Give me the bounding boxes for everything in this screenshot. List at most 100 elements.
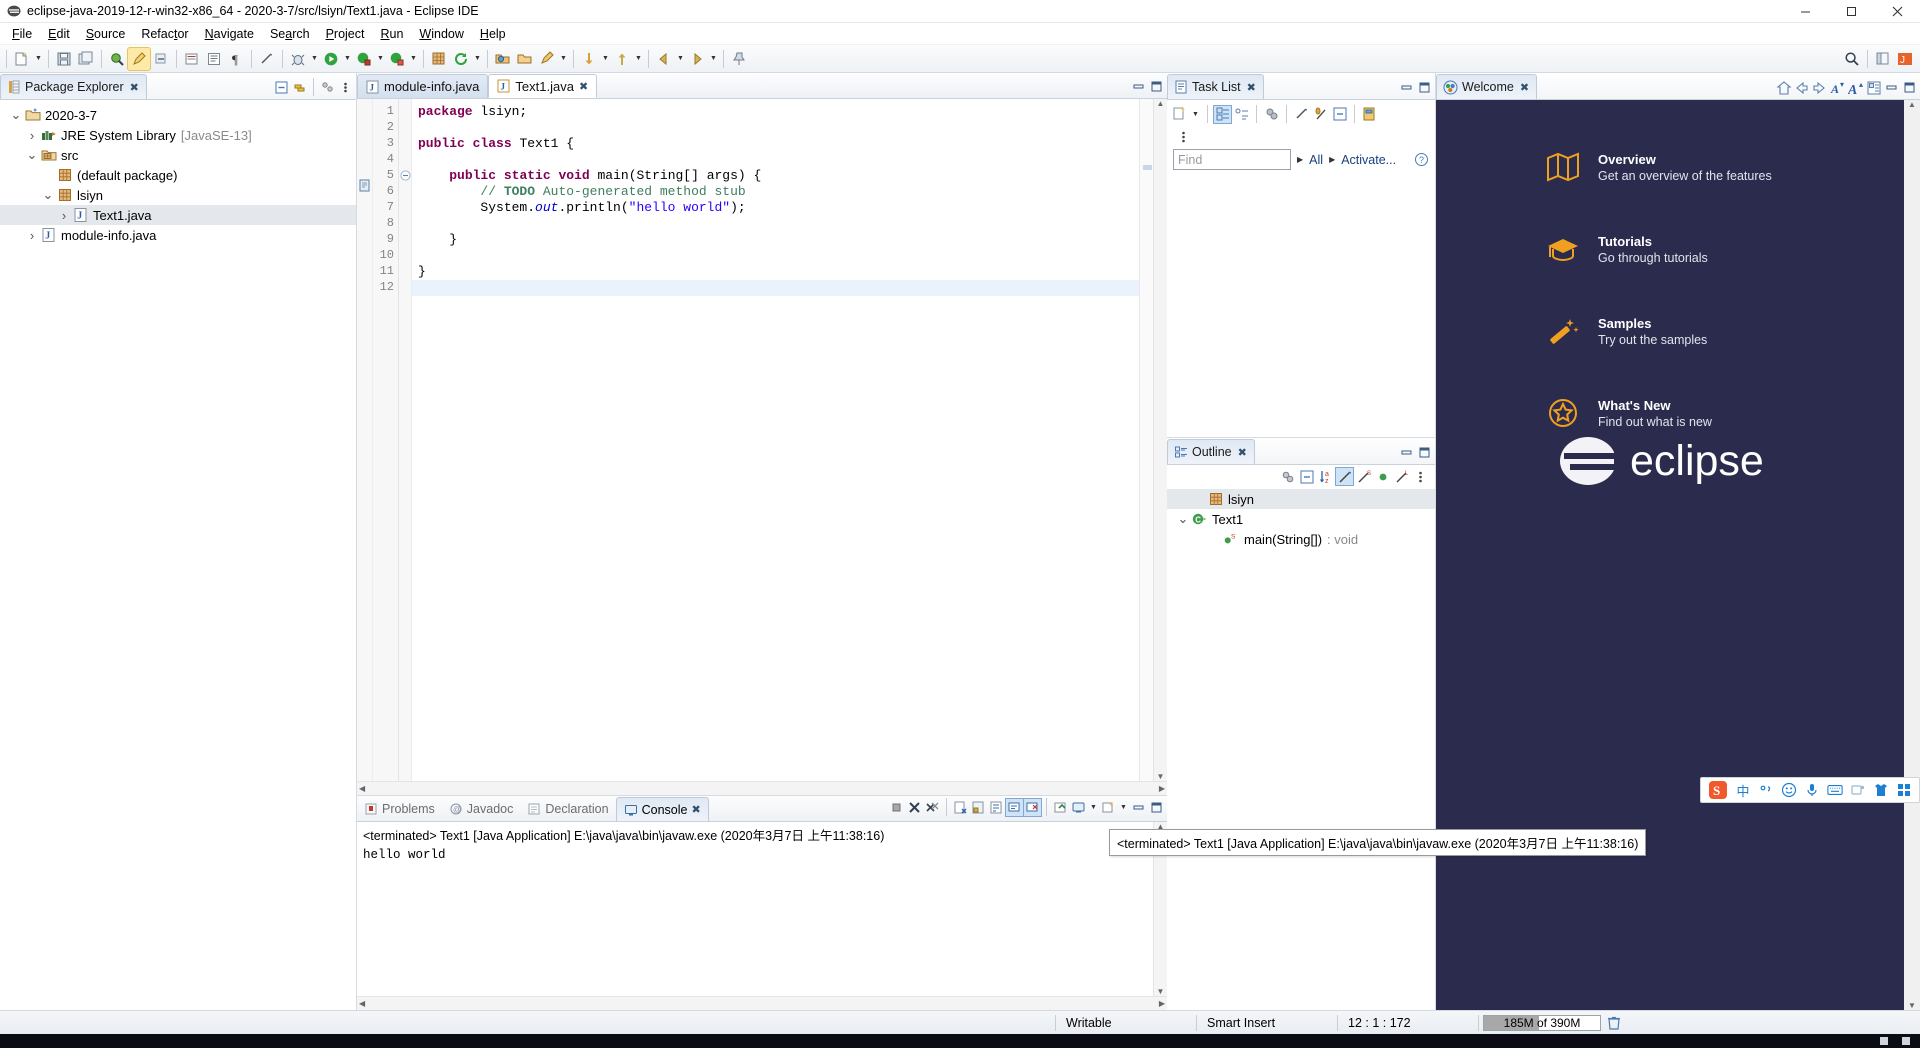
tab-package-explorer[interactable]: Package Explorer ✖ [0, 74, 147, 99]
maximize-button[interactable] [1828, 0, 1874, 23]
tab-console[interactable]: Console ✖ [615, 797, 709, 821]
help-icon[interactable]: ? [1414, 152, 1429, 167]
maximize-icon[interactable] [1148, 799, 1165, 816]
run-button[interactable] [320, 48, 342, 70]
chevron-down-icon[interactable]: ⌄ [8, 107, 24, 123]
paragraph-mark-button[interactable]: ¶ [225, 48, 247, 70]
clear-console-icon[interactable] [952, 799, 969, 816]
tab-outline[interactable]: Outline ✖ [1167, 439, 1255, 464]
new-task-icon[interactable] [1171, 106, 1188, 123]
next-annotation-button[interactable] [578, 48, 600, 70]
categorized-presentation-icon[interactable] [1213, 104, 1232, 124]
coverage-button[interactable] [386, 48, 408, 70]
open-perspective-button[interactable] [1872, 48, 1894, 70]
skin-icon[interactable] [1873, 782, 1889, 798]
code-line[interactable]: public static void main(String[] args) { [412, 168, 1139, 184]
new-task-dropdown[interactable]: ▼ [1190, 103, 1201, 125]
code-line[interactable]: } [412, 232, 1139, 248]
show-console-on-error-icon[interactable] [1023, 797, 1042, 817]
debug-dropdown[interactable]: ▼ [309, 48, 320, 70]
menu-help[interactable]: Help [472, 25, 514, 43]
minimize-icon[interactable] [1130, 799, 1147, 816]
java-perspective-button[interactable]: J [1894, 48, 1916, 70]
open-type-button[interactable] [492, 48, 514, 70]
new-java-project-button[interactable] [181, 48, 203, 70]
tab-task-list[interactable]: Task List ✖ [1167, 74, 1264, 99]
skip-breakpoints-button[interactable] [150, 48, 172, 70]
filter-completed-icon[interactable] [1293, 106, 1310, 123]
new-package-button[interactable] [428, 48, 450, 70]
toggle-mark-occurrences-button[interactable] [127, 46, 151, 71]
open-task-button[interactable] [514, 48, 536, 70]
tree-row[interactable]: ⌄ C Text1 [1167, 509, 1435, 529]
close-icon[interactable]: ✖ [130, 81, 139, 94]
apps-icon[interactable] [1896, 782, 1912, 798]
scroll-right-arrow[interactable]: ▶ [1159, 784, 1165, 793]
welcome-item-tutorials[interactable]: Tutorials Go through tutorials [1546, 232, 1904, 266]
collapse-all-icon[interactable] [273, 79, 290, 96]
maximize-icon[interactable] [1416, 79, 1433, 96]
scroll-up-arrow[interactable]: ▲ [1157, 99, 1165, 108]
focus-on-active-task-icon[interactable] [1279, 468, 1296, 485]
chevron-right-icon[interactable]: › [24, 127, 40, 143]
marker-bar[interactable] [357, 99, 373, 781]
run-last-tool-button[interactable] [353, 48, 375, 70]
open-console-icon[interactable] [1100, 799, 1117, 816]
collapse-all-icon[interactable] [1298, 468, 1315, 485]
sogou-logo-icon[interactable]: S [1708, 780, 1728, 800]
code-line[interactable]: } [412, 264, 1139, 280]
tab-problems[interactable]: Problems [357, 797, 442, 821]
minimize-button[interactable] [1782, 0, 1828, 23]
save-button[interactable] [53, 48, 75, 70]
view-menu-icon[interactable] [1412, 468, 1429, 485]
run-gc-trash-icon[interactable] [1605, 1014, 1622, 1031]
tab-declaration[interactable]: Declaration [520, 797, 615, 821]
welcome-vertical-scrollbar[interactable]: ▲ ▼ [1904, 100, 1920, 1010]
forward-arrow-icon[interactable] [1811, 79, 1828, 96]
code-line[interactable] [412, 120, 1139, 136]
tree-row[interactable]: ⌄ lsiyn [0, 185, 356, 205]
tree-row[interactable]: › JRE System Library [JavaSE-13] [0, 125, 356, 145]
pin-console-icon[interactable] [1052, 799, 1069, 816]
minimize-icon[interactable] [1883, 79, 1900, 96]
code-line[interactable]: System.out.println("hello world"); [412, 200, 1139, 216]
remove-launch-icon[interactable] [906, 799, 923, 816]
code-line[interactable] [412, 248, 1139, 264]
decrease-font-icon[interactable]: A ▾ [1829, 79, 1846, 96]
back-button[interactable] [653, 48, 675, 70]
word-wrap-icon[interactable] [988, 799, 1005, 816]
run-last-tool-dropdown[interactable]: ▼ [375, 48, 386, 70]
sort-alphabetically-icon[interactable]: az [1317, 468, 1334, 485]
emoji-icon[interactable] [1781, 782, 1797, 798]
scroll-down-arrow[interactable]: ▼ [1908, 1001, 1916, 1010]
tree-row[interactable]: › J Text1.java [0, 205, 356, 225]
tree-row[interactable]: ⌄ src [0, 145, 356, 165]
tab-javadoc[interactable]: @ Javadoc [442, 797, 521, 821]
editor-horizontal-scrollbar[interactable]: ◀ ▶ [357, 781, 1167, 795]
scroll-left-arrow[interactable]: ◀ [359, 999, 365, 1008]
editor-tab-text1[interactable]: J Text1.java ✖ [488, 74, 598, 98]
hide-static-icon[interactable]: S [1355, 468, 1372, 485]
menu-navigate[interactable]: Navigate [197, 25, 262, 43]
chevron-right-icon[interactable]: › [24, 227, 40, 243]
folding-ruler[interactable] [399, 99, 412, 781]
save-all-button[interactable] [75, 48, 97, 70]
chevron-down-icon[interactable]: ⌄ [1175, 511, 1191, 527]
tree-row[interactable]: lsiyn [1167, 489, 1435, 509]
menu-file[interactable]: File [4, 25, 40, 43]
refresh-button[interactable] [450, 48, 472, 70]
code-line[interactable] [412, 216, 1139, 232]
close-icon[interactable]: ✖ [1247, 81, 1256, 94]
activate-link[interactable]: Activate... [1341, 153, 1396, 167]
close-icon[interactable]: ✖ [1520, 81, 1529, 94]
task-find-input[interactable]: Find [1173, 149, 1291, 170]
run-dropdown[interactable]: ▼ [342, 48, 353, 70]
console-horizontal-scrollbar[interactable]: ◀ ▶ [357, 996, 1167, 1010]
filter-all-link[interactable]: All [1309, 153, 1323, 167]
chevron-down-icon[interactable]: ⌄ [40, 187, 56, 203]
tree-row[interactable]: (default package) [0, 165, 356, 185]
collapse-all-icon[interactable] [1331, 106, 1348, 123]
minimize-icon[interactable] [1398, 444, 1415, 461]
forward-button[interactable] [686, 48, 708, 70]
display-console-dropdown[interactable]: ▼ [1088, 796, 1099, 818]
